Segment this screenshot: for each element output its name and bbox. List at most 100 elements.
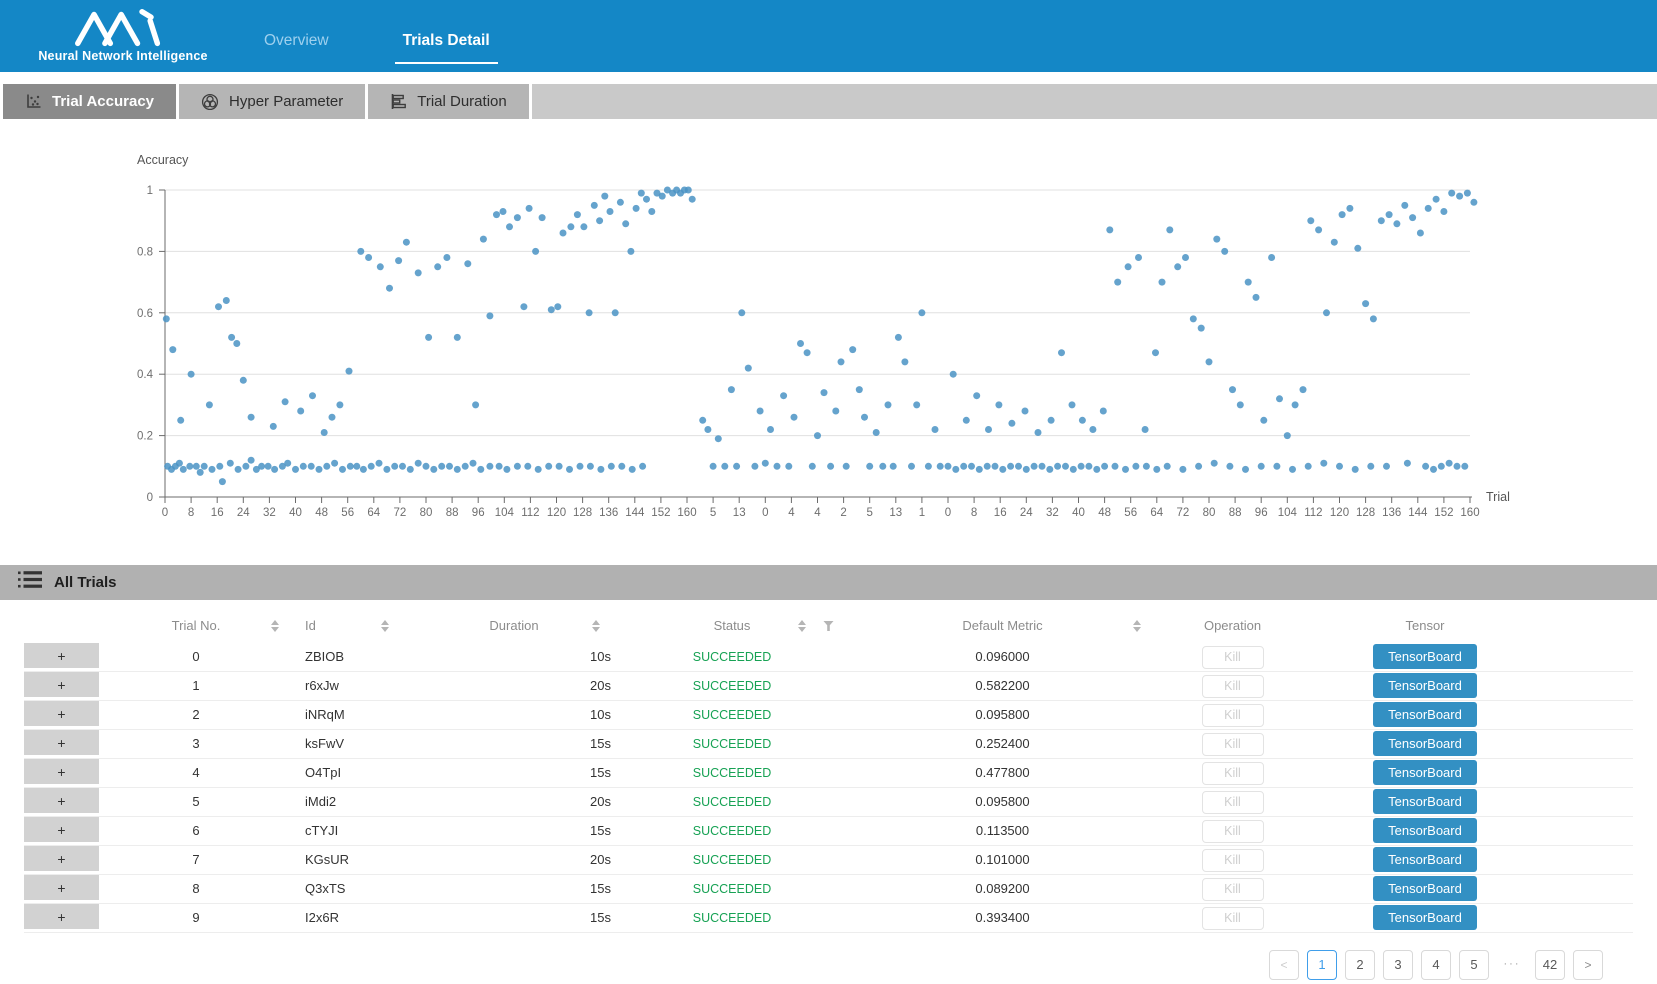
scatter-point [1307, 217, 1314, 224]
filter-icon[interactable] [823, 620, 834, 631]
expand-row-button[interactable]: + [24, 730, 99, 755]
nav-tab-trials-detail[interactable]: Trials Detail [403, 32, 490, 54]
tensorboard-button[interactable]: TensorBoard [1373, 905, 1477, 930]
expand-row-button[interactable]: + [24, 846, 99, 871]
scatter-point [346, 368, 353, 375]
sort-down-icon [271, 627, 279, 632]
tensorboard-button[interactable]: TensorBoard [1373, 702, 1477, 727]
x-tick-label: 152 [651, 507, 670, 519]
expand-row-button[interactable]: + [24, 817, 99, 842]
row-expander: + [24, 904, 99, 932]
pagination-page-3[interactable]: 3 [1383, 950, 1413, 980]
default-metric-cell: 0.477800 [850, 759, 1155, 787]
expand-row-button[interactable]: + [24, 701, 99, 726]
expand-row-button[interactable]: + [24, 643, 99, 668]
sort-up-icon [592, 620, 600, 625]
nav-tab-overview[interactable]: Overview [264, 32, 329, 54]
sort-icon[interactable] [271, 620, 279, 632]
expand-row-button[interactable]: + [24, 672, 99, 697]
scatter-point [1289, 466, 1296, 473]
tab-hyper-parameter[interactable]: Hyper Parameter [179, 84, 365, 119]
scatter-point [336, 401, 343, 408]
trial-accuracy-chart: 00.20.40.60.8108162432404856647280889610… [0, 119, 1657, 545]
scatter-point [1276, 395, 1283, 402]
tensorboard-button[interactable]: TensorBoard [1373, 876, 1477, 901]
pagination-next-button[interactable]: > [1573, 950, 1603, 980]
expand-row-button[interactable]: + [24, 788, 99, 813]
tab-trial-duration[interactable]: Trial Duration [368, 84, 528, 119]
scatter-point [308, 463, 315, 470]
scatter-point [1070, 466, 1077, 473]
sort-up-icon [798, 620, 806, 625]
x-tick-label: 8 [971, 507, 977, 519]
scatter-point [368, 463, 375, 470]
scatter-point [913, 401, 920, 408]
expand-row-button[interactable]: + [24, 759, 99, 784]
scatter-point [780, 392, 787, 399]
sort-icon[interactable] [1133, 620, 1141, 632]
row-expander: + [24, 701, 99, 729]
trials-table: Trial No.IdDurationStatusDefault MetricO… [24, 608, 1633, 933]
sort-icon[interactable] [592, 620, 600, 632]
scatter-point [856, 386, 863, 393]
sort-icon[interactable] [381, 620, 389, 632]
scatter-point [1470, 199, 1477, 206]
hyperparameter-icon [201, 93, 219, 111]
scatter-point [240, 377, 247, 384]
x-tick-label: 8 [188, 507, 194, 519]
x-tick-label: 96 [1255, 507, 1268, 519]
pagination-prev-button[interactable]: < [1269, 950, 1299, 980]
scatter-point [721, 463, 728, 470]
pagination-page-1[interactable]: 1 [1307, 950, 1337, 980]
kill-button[interactable]: Kill [1202, 762, 1264, 785]
default-metric-cell: 0.095800 [850, 701, 1155, 729]
sort-icon[interactable] [798, 620, 806, 632]
tensorboard-button[interactable]: TensorBoard [1373, 673, 1477, 698]
pagination-page-5[interactable]: 5 [1459, 950, 1489, 980]
kill-button[interactable]: Kill [1202, 907, 1264, 930]
scatter-point [271, 466, 278, 473]
scatter-point [908, 463, 915, 470]
scatter-point [1315, 226, 1322, 233]
scatter-point [659, 193, 666, 200]
scatter-point [1100, 408, 1107, 415]
kill-button[interactable]: Kill [1202, 646, 1264, 669]
kill-button[interactable]: Kill [1202, 675, 1264, 698]
tensorboard-button[interactable]: TensorBoard [1373, 847, 1477, 872]
scatter-point [464, 260, 471, 267]
scatter-point [1078, 463, 1085, 470]
x-tick-label: 112 [521, 507, 539, 519]
expand-row-button[interactable]: + [24, 875, 99, 900]
scatter-point [554, 303, 561, 310]
x-tick-label: 104 [1278, 507, 1298, 519]
tensorboard-button[interactable]: TensorBoard [1373, 731, 1477, 756]
expand-row-button[interactable]: + [24, 904, 99, 929]
status-badge: SUCCEEDED [614, 672, 850, 700]
kill-button[interactable]: Kill [1202, 849, 1264, 872]
duration-cell: 15s [474, 875, 614, 903]
x-tick-label: 152 [1434, 507, 1453, 519]
duration-cell: 15s [474, 759, 614, 787]
pagination-page-2[interactable]: 2 [1345, 950, 1375, 980]
pagination-page-4[interactable]: 4 [1421, 950, 1451, 980]
x-tick-label: 72 [394, 507, 407, 519]
column-header-trial-no: Trial No. [99, 608, 293, 643]
tab-trial-accuracy[interactable]: Trial Accuracy [3, 84, 176, 119]
scatter-point [329, 414, 336, 421]
scatter-point [284, 460, 291, 467]
tensorboard-button[interactable]: TensorBoard [1373, 789, 1477, 814]
scatter-point [493, 211, 500, 218]
tensorboard-button[interactable]: TensorBoard [1373, 818, 1477, 843]
x-tick-label: 24 [1020, 507, 1033, 519]
scatter-point [1174, 263, 1181, 270]
pagination-page-42[interactable]: 42 [1535, 950, 1565, 980]
scatter-point [177, 417, 184, 424]
sort-down-icon [1133, 627, 1141, 632]
kill-button[interactable]: Kill [1202, 704, 1264, 727]
kill-button[interactable]: Kill [1202, 820, 1264, 843]
kill-button[interactable]: Kill [1202, 733, 1264, 756]
tensorboard-button[interactable]: TensorBoard [1373, 644, 1477, 669]
kill-button[interactable]: Kill [1202, 791, 1264, 814]
tensorboard-button[interactable]: TensorBoard [1373, 760, 1477, 785]
kill-button[interactable]: Kill [1202, 878, 1264, 901]
